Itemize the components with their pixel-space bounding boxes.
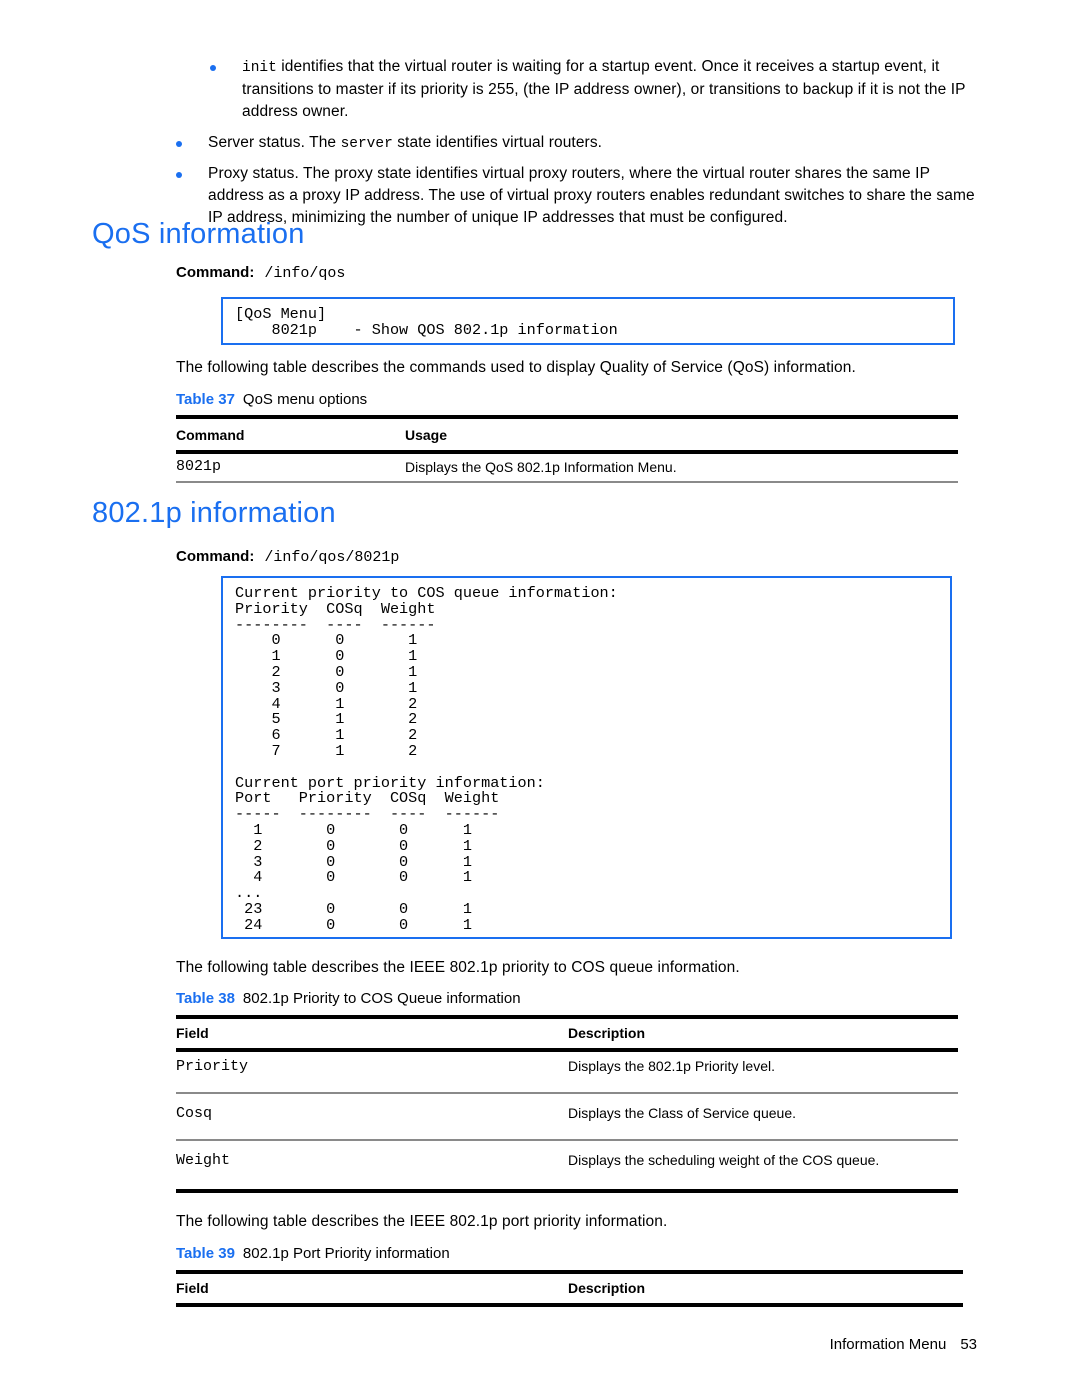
command-line-qos: Command: /info/qos (176, 264, 345, 282)
command-label: Command: (176, 264, 255, 281)
table-header-cell: Field (176, 1280, 209, 1296)
table-rule-header (176, 1303, 963, 1307)
bullet-dot-icon (176, 172, 182, 179)
inline-text: Server status. The (208, 133, 341, 151)
table-cell-field: 8021p (176, 458, 222, 475)
paragraph-8021p-intro-39: The following table describes the IEEE 8… (176, 1213, 668, 1230)
bullet-list: init identifies that the virtual router … (176, 56, 976, 238)
table-cell-field: Priority (176, 1058, 249, 1075)
table-rule-bottom (176, 1189, 958, 1193)
paragraph-8021p-intro-38: The following table describes the IEEE 8… (176, 959, 740, 976)
list-item: Server status. The server state identifi… (176, 132, 976, 155)
command-value: /info/qos (264, 265, 346, 282)
table-rule-header (176, 450, 958, 454)
document-page: init identifies that the virtual router … (0, 0, 1080, 1397)
table-rule-row (176, 1139, 958, 1141)
table-rule-row (176, 1092, 958, 1094)
table-caption-39: Table 39 802.1p Port Priority information (176, 1245, 450, 1262)
table-caption-number: Table 37 (176, 391, 235, 408)
table-cell-description: Displays the Class of Service queue. (568, 1105, 796, 1121)
table-caption-number: Table 39 (176, 1245, 235, 1262)
inline-text: state identifies virtual routers. (392, 133, 603, 151)
inline-code: server (340, 135, 393, 152)
inline-code: init (242, 60, 277, 76)
table-rule-top (176, 415, 958, 419)
table-rule-top (176, 1270, 963, 1274)
command-line-8021p: Command: /info/qos/8021p (176, 548, 399, 566)
table-header-cell: Description (568, 1025, 646, 1041)
section-heading-qos: QoS information (92, 218, 305, 250)
table-header-cell: Command (176, 427, 245, 443)
bullet-dot-icon (176, 140, 182, 147)
table-cell-field: Weight (176, 1152, 231, 1169)
table-caption-text: 802.1p Priority to COS Queue information (242, 990, 521, 1007)
table-caption-38: Table 38 802.1p Priority to COS Queue inf… (176, 990, 521, 1007)
table-caption-37: Table 37 QoS menu options (176, 391, 367, 408)
code-block-qos-menu: [QoS Menu] 8021p - Show QOS 802.1p infor… (221, 297, 955, 345)
table-cell-description: Displays the 802.1p Priority level. (568, 1058, 775, 1074)
footer-label: Information Menu (829, 1336, 947, 1353)
table-rule-header (176, 1048, 958, 1052)
table-header-cell: Field (176, 1025, 209, 1041)
table-caption-number: Table 38 (176, 990, 235, 1007)
table-cell-field: Cosq (176, 1105, 213, 1122)
table-caption-text: 802.1p Port Priority information (242, 1245, 450, 1262)
paragraph-qos-intro: The following table describes the comman… (176, 359, 856, 376)
table-rule-row (176, 481, 958, 483)
table-header-cell: Description (568, 1280, 646, 1296)
table-caption-text: QoS menu options (242, 391, 368, 408)
list-item: init identifies that the virtual router … (176, 56, 976, 123)
footer-page-number: 53 (960, 1336, 977, 1353)
list-item-text: Proxy status. The proxy state identifies… (208, 165, 975, 227)
table-cell-description: Displays the scheduling weight of the CO… (568, 1152, 880, 1168)
section-heading-8021p: 802.1p information (92, 497, 336, 529)
command-value: /info/qos/8021p (264, 549, 400, 566)
code-block-text: Current priority to COS queue informatio… (235, 584, 618, 934)
command-label: Command: (176, 548, 255, 565)
list-item-text: Server status. The server state identifi… (208, 132, 976, 155)
table-header-cell: Usage (405, 427, 448, 443)
inline-text: identifies that the virtual router is wa… (242, 58, 966, 120)
bullet-dot-icon (210, 65, 216, 71)
page-footer: Information Menu 53 (830, 1336, 977, 1353)
table-rule-top (176, 1015, 958, 1019)
code-block-8021p-output: Current priority to COS queue informatio… (221, 576, 952, 939)
list-item-text: init identifies that the virtual router … (242, 56, 976, 123)
code-block-text: [QoS Menu] 8021p - Show QOS 802.1p infor… (235, 305, 618, 339)
table-cell-description: Displays the QoS 802.1p Information Menu… (405, 459, 677, 475)
